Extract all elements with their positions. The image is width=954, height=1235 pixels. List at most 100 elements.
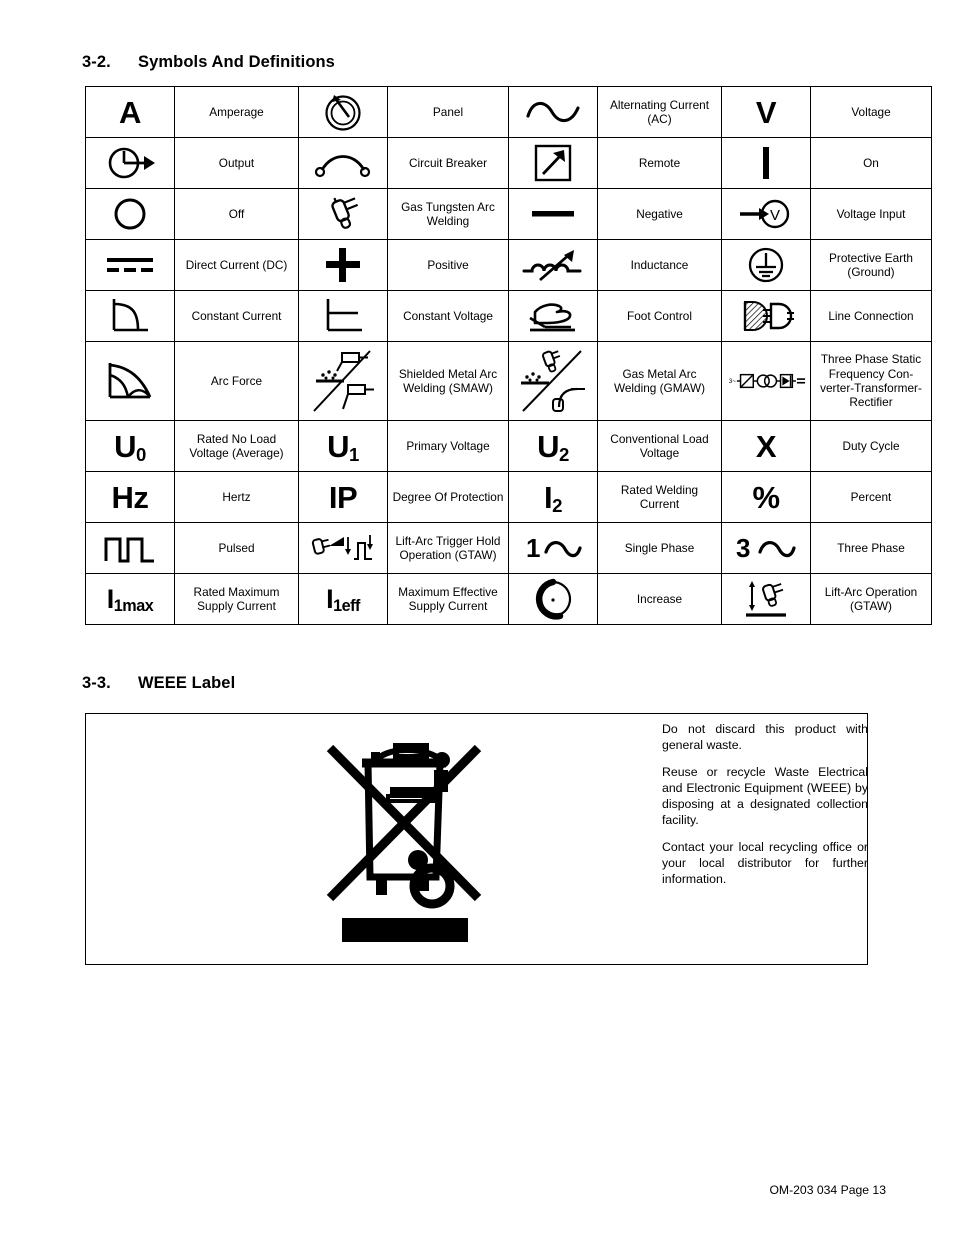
- cell-label-percent: Percent: [810, 471, 932, 523]
- cell-label-hertz: Hertz: [174, 471, 299, 523]
- table-row: A Amperage Panel Alternating Current (AC…: [85, 86, 932, 138]
- cell-label-negative: Negative: [597, 188, 722, 240]
- cell-label-constant-current: Constant Current: [174, 290, 299, 342]
- line-connection-plug-symbol: [743, 301, 794, 331]
- off-circle-symbol: [114, 198, 146, 230]
- cell-label-ip: Degree Of Protection: [387, 471, 509, 523]
- cell-label-duty-cycle: Duty Cycle: [810, 420, 932, 472]
- percent-symbol: %: [752, 479, 780, 515]
- cell-label-i1eff: Maximum Effective Supply Current: [387, 573, 509, 625]
- cell-symbol-remote: [508, 137, 598, 189]
- inductance-coil-symbol: [522, 250, 582, 282]
- single-phase-symbol: 1: [526, 533, 582, 563]
- table-row: Arc Force Shielded Metal Arc Welding (SM…: [85, 341, 932, 421]
- cell-symbol-percent: %: [721, 471, 811, 523]
- cell-label-protective-earth: Protective Earth (Ground): [810, 239, 932, 291]
- positive-plus-symbol: [326, 248, 360, 282]
- section-number: 3-3.: [82, 674, 111, 692]
- cell-symbol-single-phase: 1: [508, 522, 598, 574]
- cell-symbol-on: [721, 137, 811, 189]
- weee-paragraph: Reuse or recycle Waste Electrical and El…: [662, 764, 868, 827]
- cell-symbol-increase: [508, 573, 598, 625]
- cell-label-three-phase: Three Phase: [810, 522, 932, 574]
- cell-symbol-output: [85, 137, 175, 189]
- cell-symbol-gmaw: [508, 341, 598, 421]
- cell-symbol-lift-arc-operation: [721, 573, 811, 625]
- cell-label-lift-arc-operation: Lift-Arc Operation (GTAW): [810, 573, 932, 625]
- rated-welding-current-symbol: I2: [544, 479, 562, 516]
- cell-label-gtaw: Gas Tungsten Arc Welding: [387, 188, 509, 240]
- table-row: I1max Rated Maximum Supply Current I1eff…: [85, 573, 932, 625]
- cell-label-pulsed: Pulsed: [174, 522, 299, 574]
- cell-symbol-duty-cycle: X: [721, 420, 811, 472]
- cell-label-voltage-input: Voltage Input: [810, 188, 932, 240]
- cell-label-remote: Remote: [597, 137, 722, 189]
- cell-label-alternating-current: Alternating Current (AC): [597, 86, 722, 138]
- primary-voltage-symbol: U1: [327, 428, 359, 465]
- cell-symbol-hertz: Hz: [85, 471, 175, 523]
- cell-symbol-inductance: [508, 239, 598, 291]
- cell-label-gmaw: Gas Metal Arc Welding (GMAW): [597, 341, 722, 421]
- cell-label-u2: Conventional Load Voltage: [597, 420, 722, 472]
- cell-label-u0: Rated No Load Voltage (Average): [174, 420, 299, 472]
- cell-label-smaw: Shielded Metal Arc Welding (SMAW): [387, 341, 509, 421]
- foot-control-pedal-symbol: [529, 303, 575, 332]
- cell-symbol-i2: I2: [508, 471, 598, 523]
- cell-symbol-lift-arc-trigger: [298, 522, 388, 574]
- cell-symbol-amperage: A: [85, 86, 175, 138]
- cell-symbol-circuit-breaker: [298, 137, 388, 189]
- page-footer: OM-203 034 Page 13: [769, 1183, 886, 1197]
- lift-arc-trigger-hold-symbol: [311, 535, 373, 560]
- cell-symbol-smaw: [298, 341, 388, 421]
- amperage-a-symbol: A: [119, 94, 141, 130]
- cell-symbol-off: [85, 188, 175, 240]
- rated-no-load-voltage-symbol: U0: [114, 428, 146, 465]
- weee-paragraph: Do not discard this product with general…: [662, 722, 868, 752]
- cell-label-foot-control: Foot Control: [597, 290, 722, 342]
- cell-label-panel: Panel: [387, 86, 509, 138]
- circuit-breaker-symbol: [314, 155, 371, 178]
- table-row: Direct Current (DC) Positive Inductance …: [85, 239, 932, 291]
- symbols-definitions-table: A Amperage Panel Alternating Current (AC…: [85, 86, 932, 625]
- cell-label-inductance: Inductance: [597, 239, 722, 291]
- cell-symbol-u2: U2: [508, 420, 598, 472]
- table-row: U0 Rated No Load Voltage (Average) U1 Pr…: [85, 420, 932, 472]
- table-row: Hz Hertz IP Degree Of Protection I2 Rate…: [85, 471, 932, 523]
- cell-label-amperage: Amperage: [174, 86, 299, 138]
- svg-text:V: V: [770, 207, 780, 224]
- weee-icon-container: [318, 730, 508, 945]
- cell-symbol-constant-current: [85, 290, 175, 342]
- cell-label-smaw-left: Arc Force: [174, 341, 299, 421]
- cell-label-circuit-breaker: Circuit Breaker: [387, 137, 509, 189]
- three-phase-static-frequency-converter-symbol: 3~: [729, 373, 806, 389]
- weee-instructions-text: Do not discard this product with general…: [662, 722, 868, 888]
- cell-label-increase: Increase: [597, 573, 722, 625]
- gas-metal-arc-welding-symbol: [521, 350, 585, 412]
- increase-crescent-symbol: [535, 578, 572, 620]
- cell-label-voltage: Voltage: [810, 86, 932, 138]
- cell-symbol-arc-force: [85, 341, 175, 421]
- cell-symbol-line-connection: [721, 290, 811, 342]
- cell-symbol-constant-voltage: [298, 290, 388, 342]
- cell-symbol-pulsed: [85, 522, 175, 574]
- three-phase-symbol: 3: [736, 533, 796, 563]
- voltage-v-symbol: V: [755, 94, 777, 130]
- cell-label-lift-arc-trigger: Lift-Arc Trigger Hold Operation (GTAW): [387, 522, 509, 574]
- cell-symbol-positive: [298, 239, 388, 291]
- cell-symbol-i1max: I1max: [85, 573, 175, 625]
- constant-voltage-curve-symbol: [326, 299, 362, 332]
- section-title: Symbols And Definitions: [138, 53, 335, 71]
- cell-label-positive: Positive: [387, 239, 509, 291]
- weee-label-box: Do not discard this product with general…: [85, 713, 868, 965]
- direct-current-dc-symbol: [107, 258, 153, 272]
- cell-symbol-three-phase: 3: [721, 522, 811, 574]
- rated-maximum-supply-current-symbol: I1max: [106, 583, 154, 616]
- cell-symbol-three-phase-converter: 3~: [721, 341, 811, 421]
- cell-label-constant-voltage: Constant Voltage: [387, 290, 509, 342]
- gas-tungsten-arc-welding-torch-symbol: [331, 197, 359, 229]
- cell-symbol-protective-earth: [721, 239, 811, 291]
- svg-text:1: 1: [526, 533, 540, 563]
- voltage-input-symbol: V: [740, 199, 790, 229]
- table-row: Pulsed Lift-Arc Trigger Hold Operation (…: [85, 522, 932, 574]
- on-bar-symbol: [763, 147, 769, 179]
